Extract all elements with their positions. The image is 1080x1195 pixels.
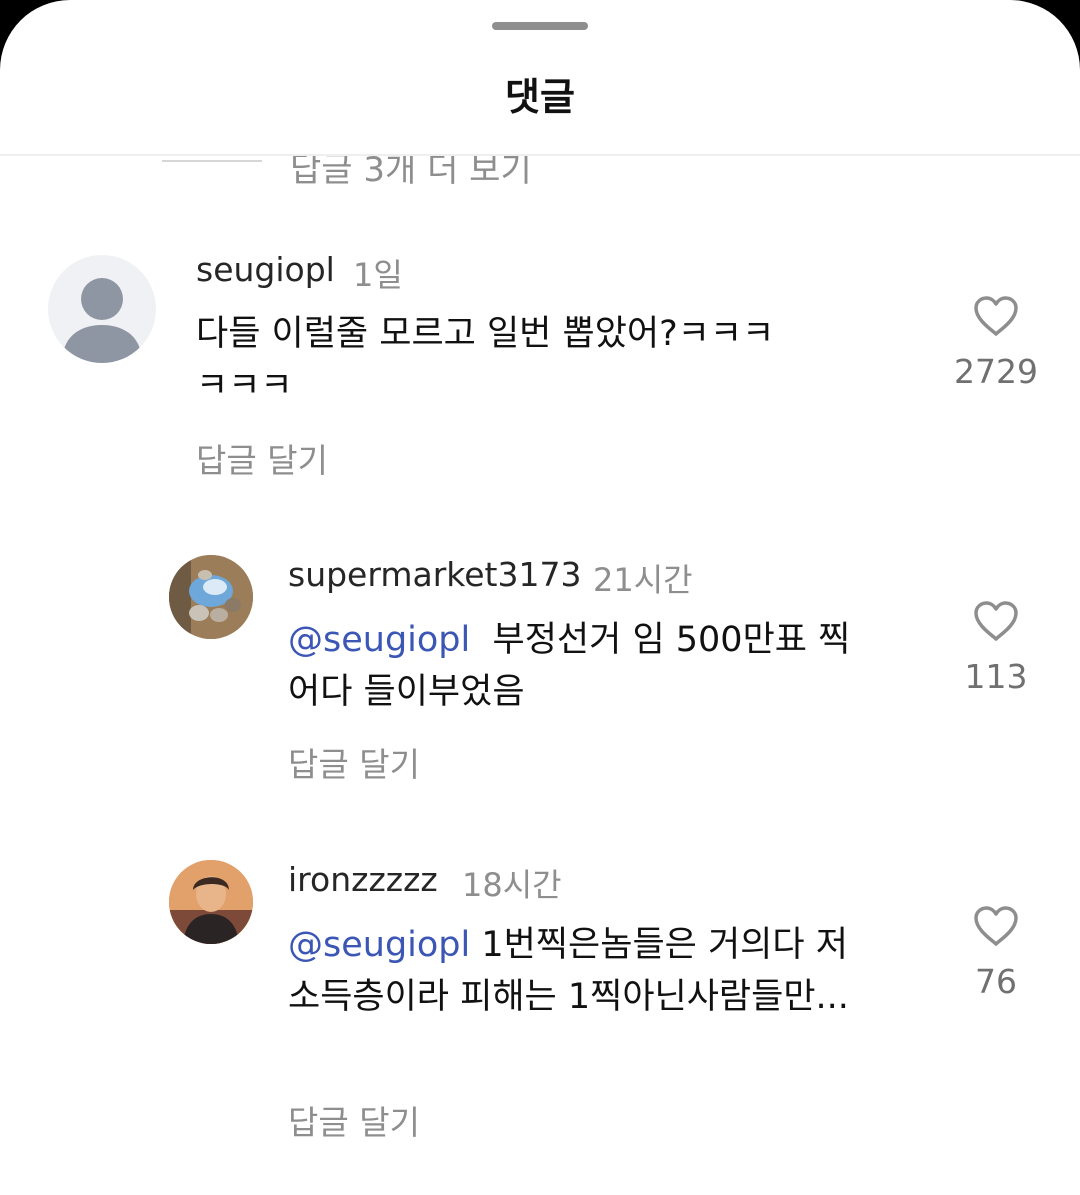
like-button[interactable]: 2729 — [936, 294, 1056, 391]
username[interactable]: supermarket3173 — [288, 555, 581, 594]
avatar[interactable] — [48, 255, 156, 363]
comment-text: @seugiopl 1번찍은놈들은 거의다 저소득층이라 피해는 1찍아닌사람들… — [288, 919, 878, 1023]
heart-icon[interactable] — [972, 294, 1020, 338]
drag-handle[interactable] — [492, 22, 588, 30]
avatar[interactable] — [169, 860, 253, 944]
timestamp: 21시간 — [593, 561, 693, 599]
username[interactable]: ironzzzzz — [288, 860, 438, 899]
mention-link[interactable]: @seugiopl — [288, 620, 470, 660]
default-profile-icon — [62, 278, 142, 363]
avatar[interactable] — [169, 555, 253, 639]
timestamp: 18시간 — [462, 866, 562, 904]
more-replies-row[interactable]: 답글 3개 더 보기 — [0, 156, 1080, 196]
reply-thread-line — [162, 160, 262, 162]
reply-button[interactable]: 답글 달기 — [288, 1096, 420, 1144]
mention-link[interactable]: @seugiopl — [288, 925, 470, 965]
comment-text: 다들 이럴줄 모르고 일번 뽑았어?ㅋㅋㅋㅋㅋㅋ — [196, 308, 806, 412]
avatar-photo — [169, 555, 253, 639]
comments-sheet: 댓글 답글 3개 더 보기 seugiopl 1일 다들 이럴줄 모르고 일번 … — [0, 0, 1080, 1195]
comment-body: 다들 이럴줄 모르고 일번 뽑았어?ㅋㅋㅋㅋㅋㅋ — [196, 314, 775, 406]
like-count: 76 — [975, 962, 1017, 1001]
view-more-replies-button[interactable]: 답글 3개 더 보기 — [290, 156, 532, 191]
avatar-photo — [169, 860, 253, 944]
heart-icon[interactable] — [972, 904, 1020, 948]
comment-text: @seugiopl 부정선거 임 500만표 찍어다 들이부었음 — [288, 614, 868, 718]
like-button[interactable]: 76 — [936, 904, 1056, 1001]
username[interactable]: seugiopl — [196, 250, 335, 289]
reply-button[interactable]: 답글 달기 — [288, 738, 420, 786]
like-button[interactable]: 113 — [936, 599, 1056, 696]
heart-icon[interactable] — [972, 599, 1020, 643]
like-count: 2729 — [954, 352, 1038, 391]
like-count: 113 — [964, 657, 1028, 696]
reply-button[interactable]: 답글 달기 — [196, 434, 328, 482]
page-title: 댓글 — [505, 75, 575, 119]
timestamp: 1일 — [353, 256, 403, 294]
